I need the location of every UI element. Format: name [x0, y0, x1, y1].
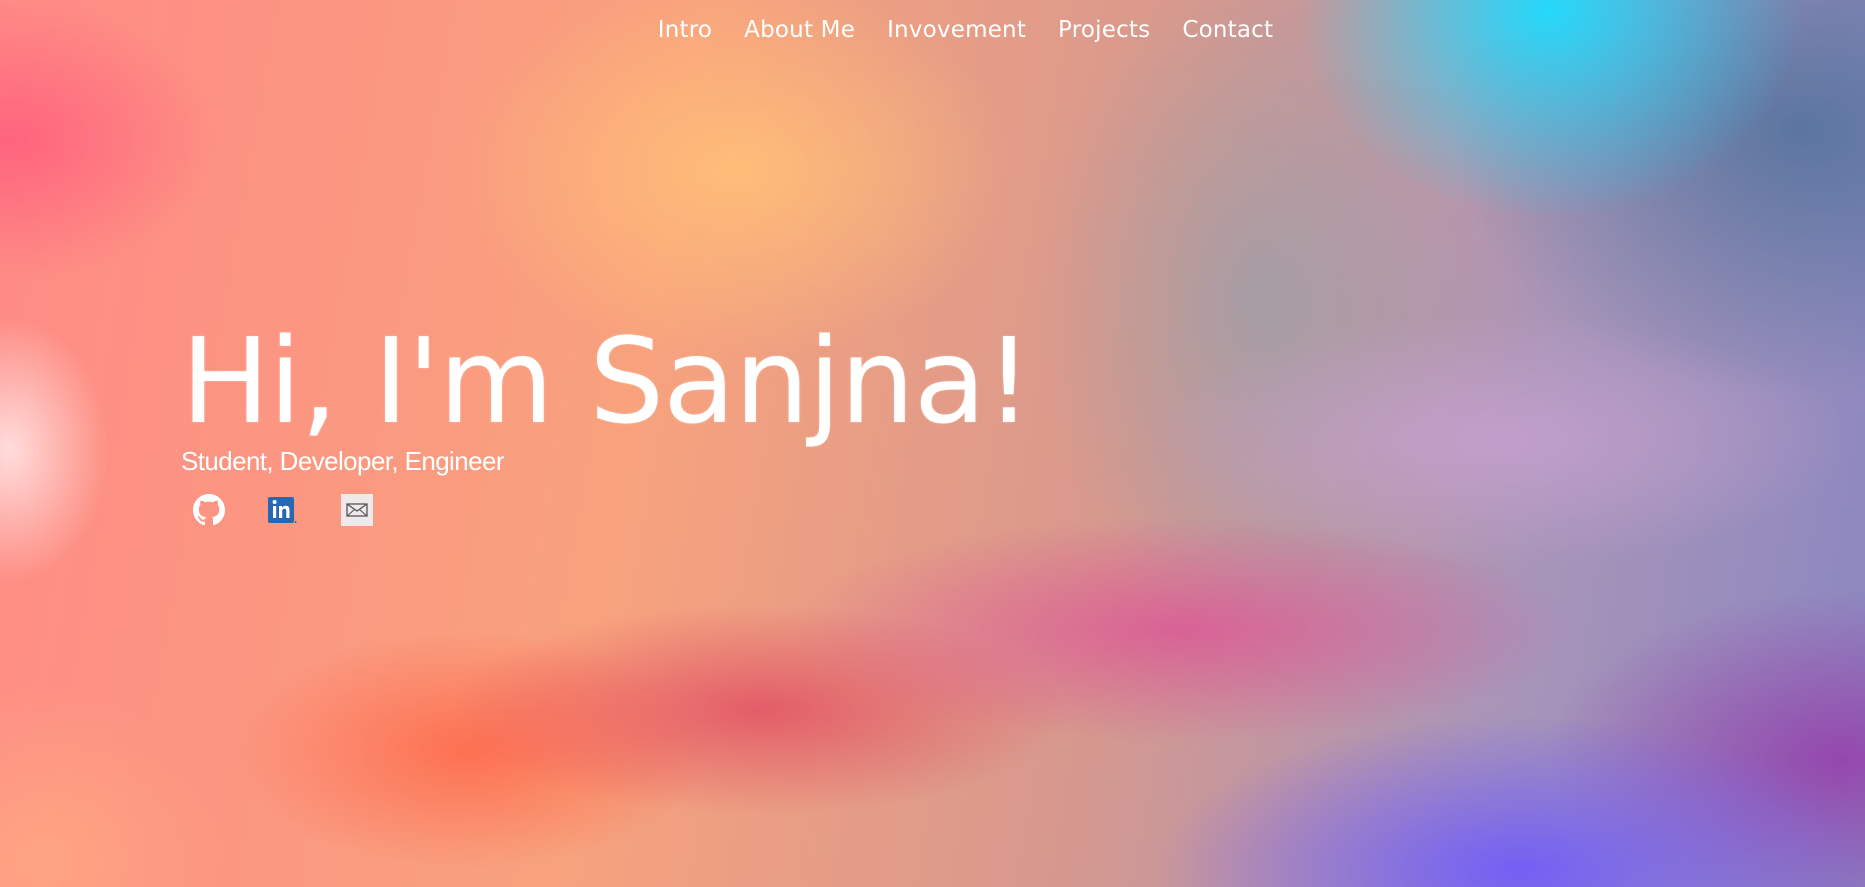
social-links	[193, 494, 1031, 526]
email-link[interactable]	[341, 494, 373, 526]
hero-title: Hi, I'm Sanjna!	[181, 312, 1032, 450]
github-icon	[193, 494, 225, 526]
nav-link-contact[interactable]: Contact	[1182, 13, 1273, 47]
nav-link-projects[interactable]: Projects	[1058, 13, 1150, 47]
nav-link-intro[interactable]: Intro	[658, 13, 712, 47]
linkedin-icon	[268, 495, 298, 525]
hero-section: Hi, I'm Sanjna! Student, Developer, Engi…	[181, 310, 1032, 526]
github-link[interactable]	[193, 494, 225, 526]
top-nav: Intro About Me Invovement Projects Conta…	[0, 13, 1865, 47]
linkedin-link[interactable]	[267, 494, 299, 526]
nav-link-involvement[interactable]: Invovement	[887, 13, 1026, 47]
nav-link-about-me[interactable]: About Me	[744, 13, 855, 47]
mail-icon	[341, 494, 373, 526]
